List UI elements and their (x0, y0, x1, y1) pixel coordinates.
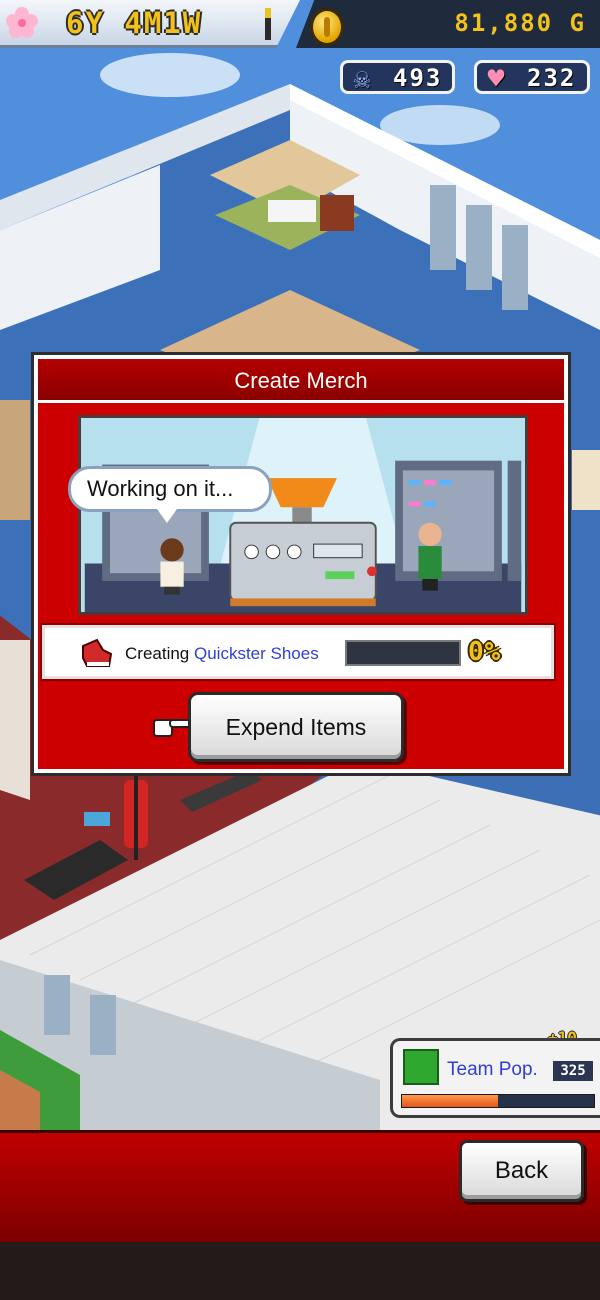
red-shoe-icon (82, 638, 113, 667)
sakura-flower-icon (6, 7, 38, 38)
fans-stat: ♥ 232 (474, 60, 590, 95)
date-panel: 6Y 4M1W (0, 0, 300, 48)
merch-progress-bar (345, 640, 461, 666)
staff-count: 493 (393, 64, 443, 92)
merch-workshop-scene (78, 415, 528, 615)
game-date: 6Y 4M1W (66, 6, 203, 40)
team-pop-fill (402, 1095, 498, 1107)
staff-stat: ☠ 493 (340, 60, 455, 95)
fans-count: 232 (527, 64, 577, 92)
money-amount: 81,880 G (454, 9, 586, 37)
week-progress-bar (265, 8, 271, 40)
product-name: Quickster Shoes (194, 644, 319, 663)
heart-icon: ♥ (487, 61, 507, 95)
pointing-hand-icon (153, 719, 191, 737)
dialog-title: Create Merch (38, 359, 564, 403)
expend-items-button[interactable]: Expend Items (188, 692, 404, 762)
green-boot-icon (403, 1049, 439, 1085)
skull-icon: ☠ (353, 61, 373, 95)
system-nav-strip (0, 1242, 600, 1300)
merch-status-row: Creating Quickster Shoes 0% (40, 623, 556, 681)
status-prefix: Creating (125, 644, 190, 663)
speech-bubble: Working on it... (68, 466, 272, 523)
team-pop-panel[interactable]: Team Pop. 325 (390, 1038, 600, 1118)
team-pop-value: 325 (553, 1061, 593, 1081)
team-pop-label: Team Pop. (447, 1059, 538, 1080)
status-text: Creating Quickster Shoes (125, 644, 319, 664)
progress-percent: 0% (468, 637, 502, 667)
gold-coin-icon (310, 8, 344, 46)
team-pop-bar (401, 1094, 595, 1108)
back-button[interactable]: Back (459, 1140, 584, 1202)
